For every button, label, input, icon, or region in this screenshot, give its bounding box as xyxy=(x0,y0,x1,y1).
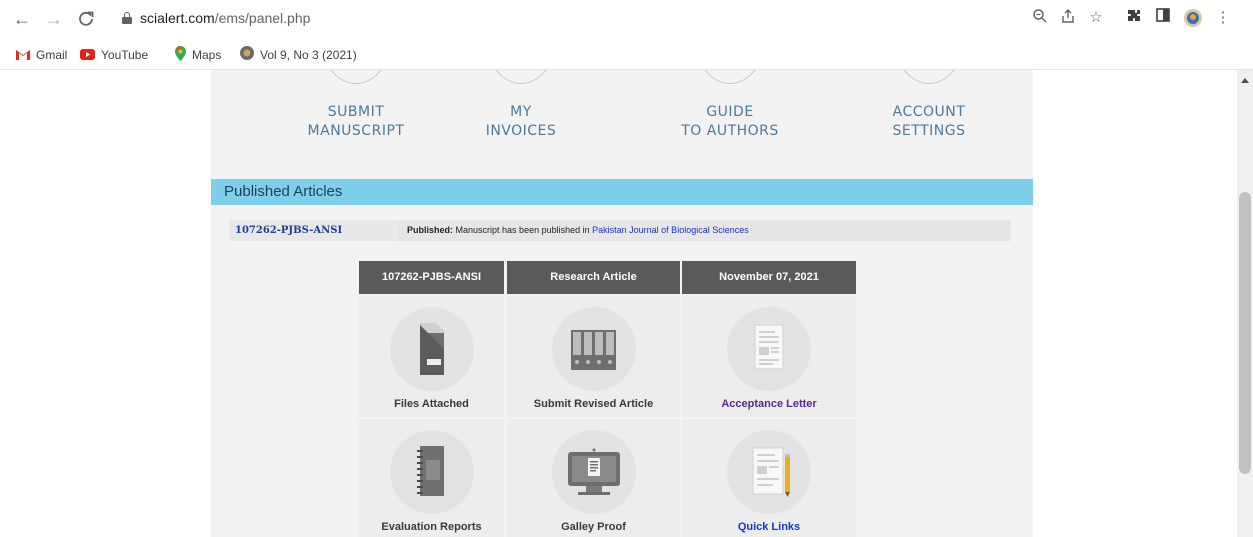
settings-icon xyxy=(895,70,963,84)
grid-header-type: Research Article xyxy=(507,261,680,294)
article-status: Published: Manuscript has been published… xyxy=(407,225,749,235)
galley-proof-tile[interactable]: Galley Proof xyxy=(507,419,680,537)
reload-icon[interactable] xyxy=(74,8,98,30)
more-options-icon[interactable]: ⋮ xyxy=(1213,8,1233,28)
scroll-up-arrow-icon[interactable] xyxy=(1241,78,1249,83)
invoices-icon xyxy=(487,70,555,84)
folder-icon xyxy=(389,307,474,391)
acceptance-letter-tile[interactable]: Acceptance Letter xyxy=(682,296,856,417)
bookmark-gmail[interactable]: Gmail xyxy=(16,46,67,64)
article-id-link[interactable]: 107262-PJBS-ANSI xyxy=(229,220,397,241)
share-icon[interactable] xyxy=(1058,8,1078,28)
gmail-icon xyxy=(16,47,30,65)
published-articles-header: Published Articles xyxy=(211,179,1033,205)
bookmark-maps[interactable]: Maps xyxy=(175,45,221,66)
profile-avatar-icon[interactable] xyxy=(1183,8,1203,28)
grid-header-id: 107262-PJBS-ANSI xyxy=(359,261,504,294)
files-attached-tile[interactable]: Files Attached xyxy=(359,296,504,417)
bookmark-star-icon[interactable]: ☆ xyxy=(1086,8,1106,28)
submit-revised-article-tile[interactable]: Submit Revised Article xyxy=(507,296,680,417)
lock-icon[interactable] xyxy=(122,12,132,24)
binders-icon xyxy=(551,307,636,391)
vertical-scrollbar[interactable] xyxy=(1237,70,1253,537)
panel-content: SUBMIT MANUSCRIPT MY INVOICES GUIDE TO AUTH… xyxy=(211,70,1033,537)
section-title: Published Articles xyxy=(224,183,343,200)
bookmark-youtube[interactable]: YouTube xyxy=(80,46,148,64)
zoom-icon[interactable] xyxy=(1030,8,1050,28)
grid-header-date: November 07, 2021 xyxy=(682,261,856,294)
guide-icon xyxy=(696,70,764,84)
scroll-thumb[interactable] xyxy=(1239,192,1251,474)
journal-link[interactable]: Pakistan Journal of Biological Sciences xyxy=(592,225,749,235)
youtube-icon xyxy=(80,47,95,65)
monitor-icon xyxy=(551,430,636,514)
side-panel-icon[interactable] xyxy=(1153,8,1173,28)
browser-toolbar: ← → scialert.com/ems/panel.php ☆ ⋮ xyxy=(0,0,1253,38)
document-icon xyxy=(727,307,811,391)
submit-manuscript-icon xyxy=(322,70,390,84)
notepad-pencil-icon xyxy=(727,430,811,514)
evaluation-reports-tile[interactable]: Evaluation Reports xyxy=(359,419,504,537)
notebook-icon xyxy=(389,430,474,514)
bookmarks-bar: Gmail YouTube Maps Vol 9, No 3 (2021) xyxy=(0,38,1253,70)
extensions-icon[interactable] xyxy=(1124,8,1144,28)
quick-links-tile[interactable]: Quick Links xyxy=(682,419,856,537)
url-text: scialert.com/ems/panel.php xyxy=(140,10,311,26)
forward-arrow-icon[interactable]: → xyxy=(42,8,66,30)
page-viewport: SUBMIT MANUSCRIPT MY INVOICES GUIDE TO AUTH… xyxy=(0,70,1237,537)
maps-icon xyxy=(175,45,186,66)
address-bar[interactable]: scialert.com/ems/panel.php xyxy=(110,6,1110,32)
site-icon xyxy=(240,46,254,65)
article-row: 107262-PJBS-ANSI Published: Manuscript h… xyxy=(229,220,1011,241)
back-arrow-icon[interactable]: ← xyxy=(10,8,34,30)
bookmark-vol-9[interactable]: Vol 9, No 3 (2021) xyxy=(240,46,357,64)
